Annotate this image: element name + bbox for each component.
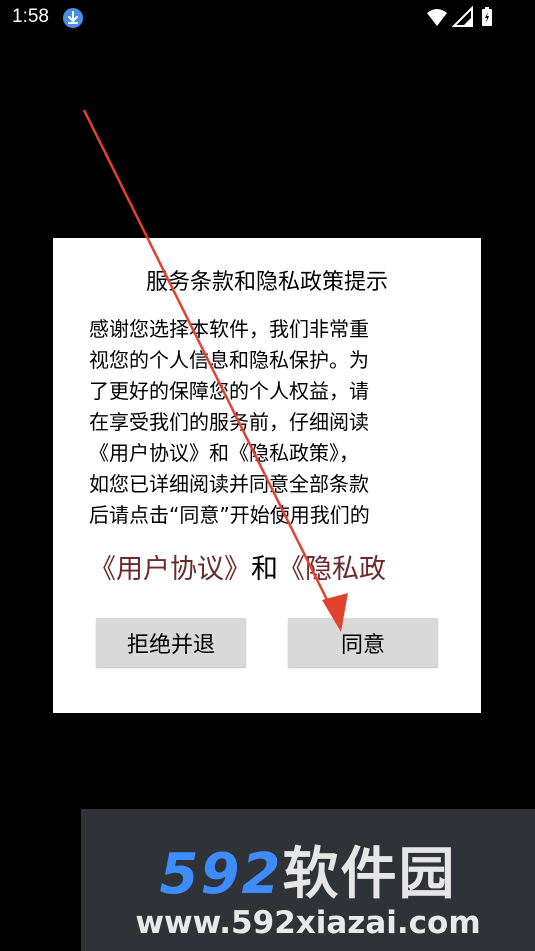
watermark-logo: 592软件园 — [81, 829, 535, 910]
signal-icon — [452, 6, 473, 27]
agreement-links: 《用户协议》和《隐私政 — [89, 552, 469, 588]
terms-privacy-dialog: 服务条款和隐私政策提示 感谢您选择本软件，我们非常重 视您的个人信息和隐私保护。… — [53, 238, 481, 713]
watermark-number: 592 — [159, 842, 283, 907]
status-bar: 1:58 — [0, 0, 535, 36]
agree-button[interactable]: 同意 — [288, 618, 438, 667]
site-watermark: 592软件园 www.592xiazai.com — [81, 809, 535, 951]
download-icon — [63, 8, 83, 28]
status-time: 1:58 — [12, 6, 49, 27]
reject-and-exit-button[interactable]: 拒绝并退 — [96, 618, 246, 667]
dialog-body-text: 感谢您选择本软件，我们非常重 视您的个人信息和隐私保护。为 了更好的保障您的个人… — [89, 317, 370, 527]
user-agreement-link[interactable]: 《用户协议》 — [89, 554, 251, 585]
battery-charging-icon — [482, 7, 492, 26]
dialog-title: 服务条款和隐私政策提示 — [145, 270, 388, 295]
links-connector: 和 — [251, 554, 278, 585]
privacy-policy-link[interactable]: 《隐私政 — [278, 554, 386, 585]
watermark-brand: 软件园 — [282, 842, 457, 907]
wifi-icon — [427, 9, 447, 26]
watermark-url: www.592xiazai.com — [135, 905, 481, 941]
